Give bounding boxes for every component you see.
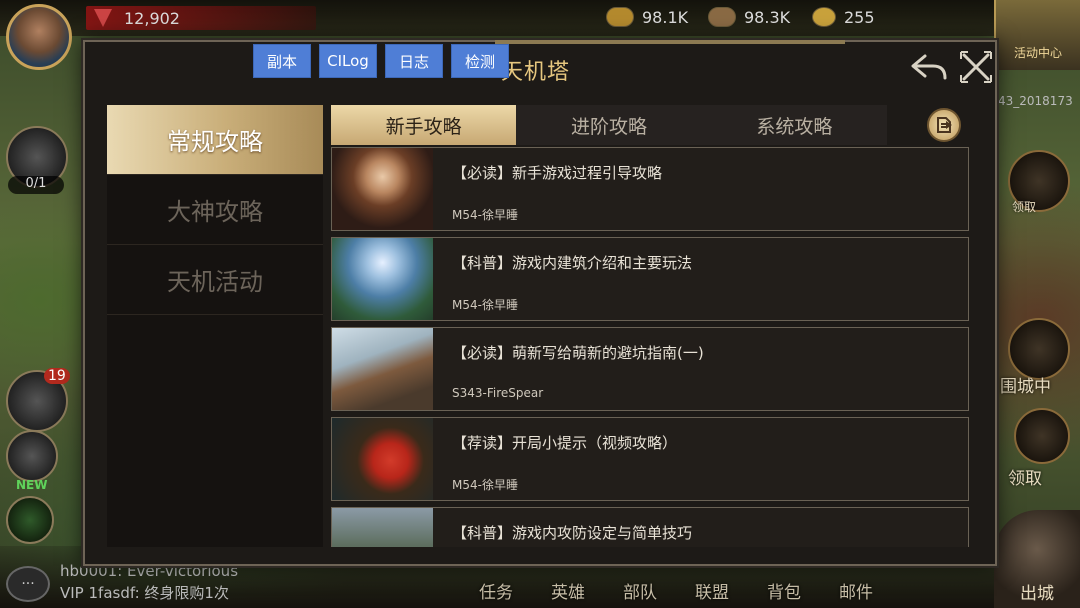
- power-icon: [94, 9, 112, 27]
- guide-thumbnail: [332, 508, 433, 547]
- debug-log-button[interactable]: 日志: [385, 44, 443, 78]
- new-label: NEW: [16, 478, 48, 492]
- guide-thumbnail: [332, 418, 433, 500]
- back-icon[interactable]: [909, 50, 949, 84]
- edit-note-button[interactable]: [927, 108, 961, 142]
- wood-icon: [708, 7, 736, 27]
- claim-label-1: 领取: [1012, 200, 1037, 214]
- edit-note-icon: [937, 117, 952, 133]
- close-icon[interactable]: [959, 50, 993, 84]
- settings-badge: 19: [44, 368, 70, 384]
- nav-backpack[interactable]: 背包: [748, 578, 820, 603]
- guide-author: M54-徐早睡: [452, 478, 518, 492]
- debug-dungeon-button[interactable]: 副本: [253, 44, 311, 78]
- gold-value: 255: [844, 7, 875, 27]
- sidebar-item-events[interactable]: 天机活动: [107, 245, 323, 315]
- guide-title: 【必读】萌新写给萌新的避坑指南(一): [452, 344, 704, 362]
- chat-button[interactable]: ···: [6, 566, 50, 602]
- list-item[interactable]: 【荐读】开局小提示（视频攻略） M54-徐早睡: [331, 417, 969, 501]
- exit-city-button[interactable]: 出城: [994, 510, 1080, 608]
- guide-list: 【必读】新手游戏过程引导攻略 M54-徐早睡 【科普】游戏内建筑介绍和主要玩法 …: [331, 147, 971, 547]
- exit-city-label: 出城: [1020, 584, 1054, 604]
- chat-icon: ···: [21, 576, 35, 592]
- list-item[interactable]: 【科普】游戏内建筑介绍和主要玩法 M54-徐早睡: [331, 237, 969, 321]
- tab-system[interactable]: 系统攻略: [702, 105, 887, 145]
- gold-icon: [812, 7, 836, 27]
- debug-cilog-button[interactable]: CILog: [319, 44, 377, 78]
- nav-mail[interactable]: 邮件: [820, 578, 892, 603]
- debug-toolbar: 副本 CILog 日志 检测: [253, 44, 509, 78]
- sidebar-item-expert[interactable]: 大神攻略: [107, 175, 323, 245]
- tab-advanced[interactable]: 进阶攻略: [516, 105, 701, 145]
- list-item[interactable]: 【必读】新手游戏过程引导攻略 M54-徐早睡: [331, 147, 969, 231]
- strategy-panel: 天机塔 副本 CILog 日志 检测 常规攻略 大神攻略 天机活动 新手攻略 进…: [83, 40, 997, 566]
- hammer-counter: 0/1: [8, 176, 64, 194]
- guide-title: 【荐读】开局小提示（视频攻略）: [452, 434, 678, 452]
- chat-line-2: VIP 1fasdf: 终身限购1次: [60, 584, 229, 602]
- power-display: 12,902: [86, 6, 316, 30]
- nav-alliance[interactable]: 联盟: [676, 578, 748, 603]
- nav-tasks[interactable]: 任务: [460, 578, 532, 603]
- list-item[interactable]: 【必读】萌新写给萌新的避坑指南(一) S343-FireSpear: [331, 327, 969, 411]
- sidebar-item-regular[interactable]: 常规攻略: [107, 105, 323, 175]
- claim-label-2: 领取: [1008, 469, 1042, 489]
- category-sidebar: 常规攻略 大神攻略 天机活动: [107, 105, 323, 547]
- resource-food[interactable]: 98.1K: [606, 4, 688, 30]
- alliance-button[interactable]: [6, 496, 54, 544]
- guide-thumbnail: [332, 238, 433, 320]
- guide-thumbnail: [332, 148, 433, 230]
- debug-check-button[interactable]: 检测: [451, 44, 509, 78]
- siege-label: 围城中: [1000, 377, 1051, 397]
- guide-author: S343-FireSpear: [452, 386, 544, 400]
- power-value: 12,902: [124, 8, 180, 28]
- tab-beginner[interactable]: 新手攻略: [331, 105, 517, 145]
- bottom-nav: 任务 英雄 部队 联盟 背包 邮件: [460, 578, 980, 603]
- activity-center-button[interactable]: 活动中心: [994, 0, 1080, 70]
- guide-title: 【科普】游戏内建筑介绍和主要玩法: [452, 254, 693, 272]
- resource-gold[interactable]: 255: [812, 4, 875, 30]
- server-id-text: 43_2018173: [998, 94, 1073, 108]
- guide-author: M54-徐早睡: [452, 208, 518, 222]
- list-item[interactable]: 【科普】游戏内攻防设定与简单技巧: [331, 507, 969, 547]
- guide-author: M54-徐早睡: [452, 298, 518, 312]
- food-icon: [606, 7, 634, 27]
- guide-thumbnail: [332, 328, 433, 410]
- claim-button-2[interactable]: [1014, 408, 1070, 464]
- food-value: 98.1K: [642, 7, 689, 27]
- activity-center-label: 活动中心: [1013, 46, 1062, 60]
- guide-title: 【必读】新手游戏过程引导攻略: [452, 164, 663, 182]
- nav-troops[interactable]: 部队: [604, 578, 676, 603]
- resource-wood[interactable]: 98.3K: [708, 4, 790, 30]
- guide-title: 【科普】游戏内攻防设定与简单技巧: [452, 524, 693, 542]
- player-avatar[interactable]: [6, 4, 72, 70]
- panel-title: 天机塔: [501, 60, 571, 85]
- nav-heroes[interactable]: 英雄: [532, 578, 604, 603]
- chat-preview[interactable]: hb0001: Ever-victorious VIP 1fasdf: 终身限购…: [60, 560, 238, 604]
- wood-value: 98.3K: [744, 7, 791, 27]
- guide-tabs: 新手攻略 进阶攻略 系统攻略: [331, 105, 887, 145]
- panel-top-ornament: [495, 40, 845, 44]
- new-hero-button[interactable]: [6, 430, 58, 482]
- siege-button[interactable]: [1008, 318, 1070, 380]
